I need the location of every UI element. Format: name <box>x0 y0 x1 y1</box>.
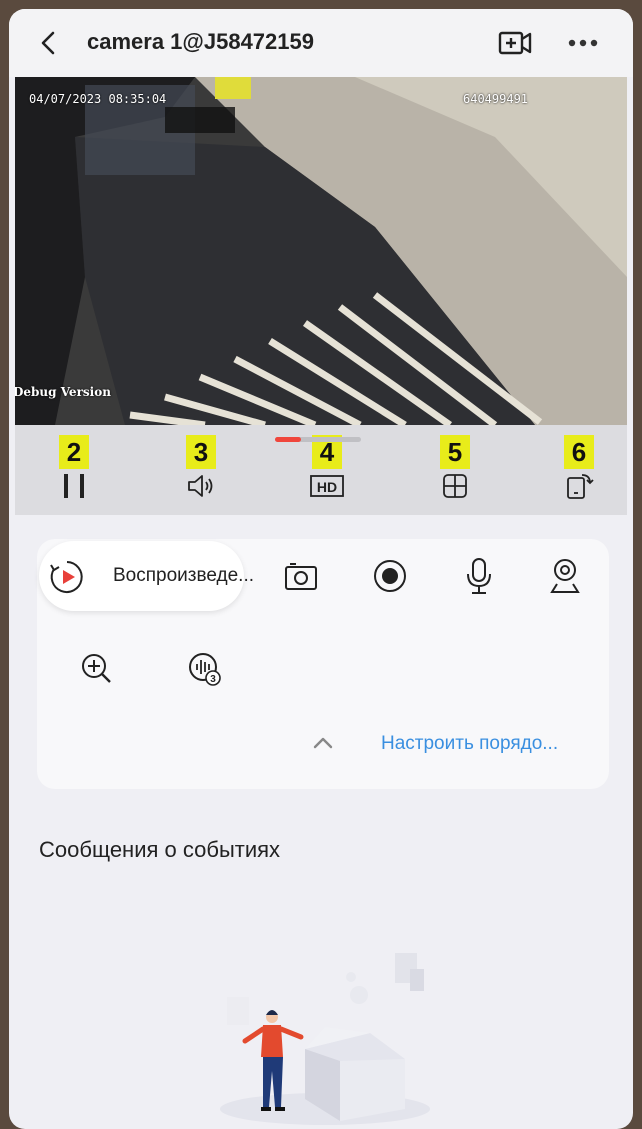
loading-progress-fill <box>275 437 301 442</box>
ptz-icon[interactable] <box>547 556 583 596</box>
snapshot-icon[interactable] <box>283 559 319 593</box>
audio-3-icon[interactable]: 3 <box>187 651 223 687</box>
customize-order-link[interactable]: Настроить порядо... <box>381 733 558 755</box>
debug-label: Debug Version <box>15 385 111 399</box>
badge-6: 6 <box>564 435 594 469</box>
hd-control[interactable]: 4 HD <box>297 435 357 505</box>
video-timestamp: 04/07/2023 08:35:04 <box>29 92 167 106</box>
playback-button[interactable]: Воспроизведе... <box>39 541 254 611</box>
grid-icon[interactable] <box>440 471 470 501</box>
multi-view-control[interactable]: 5 <box>425 435 485 505</box>
record-icon[interactable] <box>372 558 408 594</box>
badge-2: 2 <box>59 435 89 469</box>
badge-3: 3 <box>186 435 216 469</box>
more-dots-icon[interactable] <box>565 31 601 55</box>
empty-state-illustration <box>220 953 430 1125</box>
pause-icon[interactable] <box>59 471 89 501</box>
svg-text:3: 3 <box>210 674 216 685</box>
top-bar: camera 1@J58472159 <box>9 9 633 77</box>
badge-5: 5 <box>440 435 470 469</box>
rotate-screen-icon[interactable] <box>564 471 594 501</box>
events-heading: Сообщения о событиях <box>39 837 281 862</box>
svg-text:HD: HD <box>317 479 337 495</box>
camera-video-feed[interactable]: 04/07/2023 08:35:04 640499491 Debug Vers… <box>15 77 627 425</box>
video-add-icon[interactable] <box>497 27 533 59</box>
device-id-overlay: 640499491 <box>463 92 529 106</box>
sound-control[interactable]: 3 <box>171 435 231 505</box>
hd-icon[interactable]: HD <box>309 471 345 501</box>
page-title: camera 1@J58472159 <box>87 29 314 54</box>
playback-label: Воспроизведе... <box>113 565 255 586</box>
loading-progress-bar <box>275 437 361 442</box>
microphone-icon[interactable] <box>463 556 495 596</box>
speaker-icon[interactable] <box>186 471 216 501</box>
playback-icon <box>50 561 83 593</box>
rotate-control[interactable]: 6 <box>549 435 609 505</box>
pause-control[interactable]: 2 <box>44 435 104 505</box>
chevron-up-icon[interactable] <box>309 731 337 755</box>
video-scene <box>15 77 627 425</box>
app-screen: camera 1@J58472159 04/07/2023 08:35:04 6… <box>9 9 633 1129</box>
chevron-left-icon[interactable] <box>31 25 67 61</box>
zoom-in-icon[interactable] <box>79 651 115 687</box>
